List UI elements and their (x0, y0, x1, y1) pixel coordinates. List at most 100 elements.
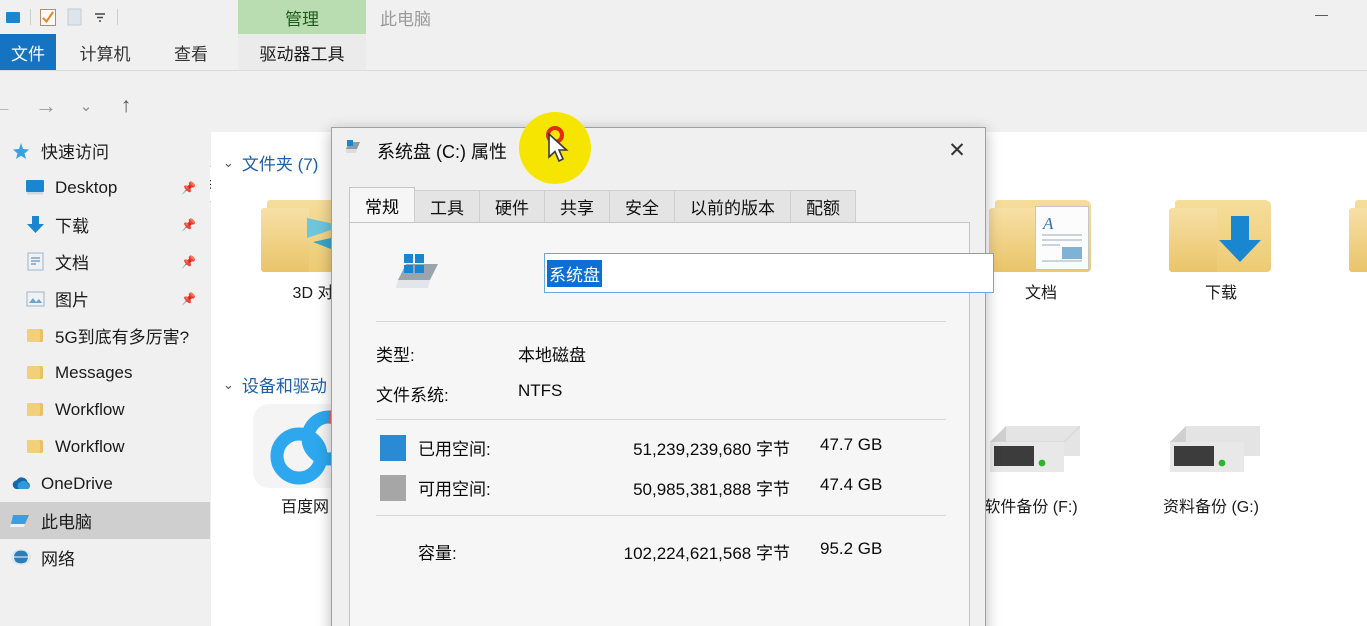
pictures-icon (24, 288, 46, 310)
download-arrow-icon (1219, 216, 1261, 262)
up-button[interactable]: ↑ (112, 92, 140, 120)
recent-locations-button[interactable]: ⌄ (72, 92, 100, 120)
window-title: 此电脑 (380, 10, 431, 29)
file-tile-data-backup[interactable]: 资料备份 (G:) (1131, 422, 1291, 517)
pin-icon[interactable]: 📌 (181, 218, 196, 232)
free-space-bytes: 50,985,381,888 字节 (633, 480, 790, 499)
this-pc-icon (10, 510, 32, 532)
chevron-down-icon: ⌄ (223, 154, 234, 170)
drive-icon (346, 140, 368, 162)
sidebar-item-label: Messages (55, 362, 133, 382)
group-header-devices-label: 设备和驱动 (241, 377, 327, 396)
ribbon-tab-file[interactable]: 文件 (0, 34, 56, 70)
ribbon-divider (0, 70, 1367, 71)
free-space-swatch (380, 475, 406, 501)
folder-icon (24, 325, 46, 347)
contextual-group-label: 管理 (285, 9, 319, 29)
sidebar-item-label: Desktop (55, 177, 118, 197)
folder-icon (24, 436, 46, 458)
sidebar-item-label: Workflow (55, 399, 125, 419)
dialog-titlebar: 系统盘 (C:) 属性 (332, 128, 985, 174)
external-drive-icon (976, 422, 1086, 488)
capacity-label: 容量: (418, 544, 457, 563)
dialog-tab-5[interactable]: 以前的版本 (674, 190, 791, 222)
type-value: 本地磁盘 (518, 346, 586, 365)
sidebar-item-label: 5G到底有多厉害? (55, 328, 190, 347)
toolbar-divider (30, 9, 31, 25)
dialog-tab-0[interactable]: 常规 (349, 187, 415, 222)
forward-button[interactable]: → (32, 92, 60, 120)
folder-icon (24, 399, 46, 421)
sidebar-item-1[interactable]: Desktop 📌 (0, 169, 210, 206)
quick-access-toolbar (0, 0, 1367, 34)
star-pin-icon (10, 140, 32, 162)
sidebar-item-label: 图片 (55, 291, 89, 310)
sidebar-item-label: Workflow (55, 436, 125, 456)
minimize-button[interactable] (1299, 0, 1343, 30)
customize-dropdown-icon[interactable] (87, 4, 113, 30)
file-tile-partial[interactable] (1321, 194, 1367, 274)
documents-icon (24, 251, 46, 273)
dialog-tablist: 常规 工具 硬件 共享 安全 以前的版本 配额 (349, 187, 856, 222)
pin-icon[interactable]: 📌 (181, 255, 196, 269)
used-space-swatch (380, 435, 406, 461)
mouse-cursor (548, 133, 569, 163)
ribbon-tab-view[interactable]: 查看 (162, 34, 220, 70)
sidebar-item-label: 网络 (41, 550, 75, 569)
type-label: 类型: (376, 346, 415, 365)
sidebar-item-label: OneDrive (41, 473, 113, 493)
capacity-size: 95.2 GB (820, 539, 883, 558)
ribbon-tabstrip: 文件 计算机 查看 驱动器工具 (0, 34, 1367, 70)
dialog-tab-3[interactable]: 共享 (544, 190, 610, 222)
dialog-tab-4[interactable]: 安全 (609, 190, 675, 222)
sidebar-item-2[interactable]: 下载 📌 (0, 206, 210, 243)
svg-text:A: A (1042, 214, 1054, 233)
file-system-label: 文件系统: (376, 386, 449, 405)
dialog-tab-1[interactable]: 工具 (414, 190, 480, 222)
sidebar-item-label: 快速访问 (41, 143, 109, 162)
ribbon-tab-computer[interactable]: 计算机 (66, 34, 144, 70)
file-tile-downloads[interactable]: 下载 (1141, 194, 1301, 303)
dialog-close-button[interactable]: ✕ (929, 128, 985, 172)
new-folder-icon[interactable] (61, 4, 87, 30)
pin-icon[interactable]: 📌 (181, 292, 196, 306)
sidebar-item-10[interactable]: 此电脑 (0, 502, 210, 539)
group-header-folders-label: 文件夹 (7) (241, 155, 319, 174)
group-header-devices[interactable]: ⌄ 设备和驱动 (223, 372, 327, 397)
folder-icon: A (989, 194, 1093, 274)
file-system-value: NTFS (518, 381, 563, 400)
sidebar-item-label: 下载 (55, 217, 89, 236)
back-button[interactable]: ← (0, 92, 16, 120)
group-header-folders[interactable]: ⌄ 文件夹 (7) (223, 150, 318, 175)
sidebar-item-3[interactable]: 文档 📌 (0, 243, 210, 280)
properties-icon[interactable] (35, 4, 61, 30)
sidebar-item-0[interactable]: 快速访问 (0, 132, 210, 169)
volume-name-value: 系统盘 (547, 259, 602, 287)
folder-icon (1169, 194, 1273, 274)
sidebar-item-4[interactable]: 图片 📌 (0, 280, 210, 317)
contextual-tab-group-management: 管理 (238, 0, 366, 34)
sidebar-item-11[interactable]: 网络 (0, 539, 210, 576)
sidebar-item-6[interactable]: Messages (0, 354, 210, 391)
sidebar-item-9[interactable]: OneDrive (0, 465, 210, 502)
dialog-title: 系统盘 (C:) 属性 (377, 142, 507, 162)
volume-name-row: 系统盘 (376, 249, 994, 301)
dialog-general-panel: 系统盘 类型: 本地磁盘 文件系统: NTFS 已用空间: 51,239,239… (349, 222, 994, 626)
divider (376, 419, 946, 420)
toolbar-divider-2 (117, 9, 118, 25)
sidebar-item-5[interactable]: 5G到底有多厉害? (0, 317, 210, 354)
document-icon: A (1035, 206, 1089, 270)
pin-icon[interactable]: 📌 (181, 181, 196, 195)
capacity-bytes: 102,224,621,568 字节 (623, 544, 790, 563)
sidebar-item-8[interactable]: Workflow (0, 428, 210, 465)
volume-name-input[interactable]: 系统盘 (544, 253, 994, 293)
ribbon-tab-drive-tools[interactable]: 驱动器工具 (238, 34, 366, 70)
dialog-tab-2[interactable]: 硬件 (479, 190, 545, 222)
file-tile-label: 下载 (1204, 285, 1237, 302)
free-space-size: 47.4 GB (820, 475, 883, 494)
dialog-tab-6[interactable]: 配额 (790, 190, 856, 222)
drive-properties-dialog: 系统盘 (C:) 属性 ✕ 常规 工具 硬件 共享 安全 以前的版本 配额 系统… (331, 127, 994, 626)
file-explorer-window: 管理 此电脑 文件 计算机 查看 驱动器工具 ← → ⌄ ↑ › 此电脑 ⌄ ↻… (0, 0, 1367, 626)
sidebar-item-label: 此电脑 (41, 513, 92, 532)
sidebar-item-7[interactable]: Workflow (0, 391, 210, 428)
